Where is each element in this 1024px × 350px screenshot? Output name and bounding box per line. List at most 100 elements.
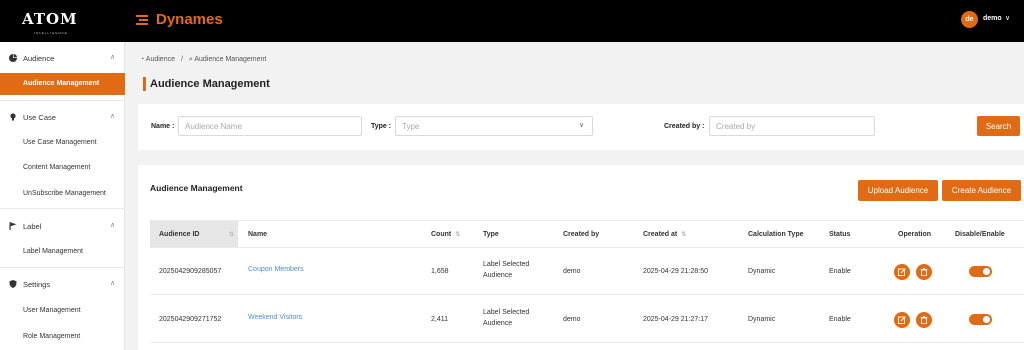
sidebar-item-label: Label Management — [23, 248, 83, 255]
created-by-label: Created by : — [664, 123, 705, 130]
delete-icon[interactable] — [916, 312, 932, 328]
page-title: Audience Management — [150, 78, 270, 90]
upload-audience-button[interactable]: Upload Audience — [858, 180, 938, 201]
app-title: Dynames — [156, 11, 223, 28]
cell-audience-id: 2025042909271752 — [159, 316, 222, 323]
breadcrumb-current: Audience Management — [194, 56, 267, 63]
cell-created-at: 2025-04-29 21:27:17 — [643, 316, 708, 323]
sidebar-group-label: Use Case — [23, 113, 56, 122]
enable-toggle[interactable] — [969, 266, 992, 277]
flag-icon — [9, 222, 17, 230]
sidebar: Audience ∧ Audience Management Use Case … — [0, 42, 125, 350]
cell-name-link[interactable]: Weekend Visitors — [248, 314, 302, 321]
sidebar-group-settings[interactable]: Settings ∧ — [0, 271, 125, 297]
card-title: Audience Management — [150, 183, 243, 193]
name-input[interactable] — [178, 116, 362, 136]
sidebar-item-label: UnSubscribe Management — [23, 190, 106, 197]
cell-type-line2: Audience — [483, 272, 513, 279]
sidebar-group-label: Label — [23, 222, 42, 231]
edit-icon[interactable] — [894, 264, 910, 280]
sidebar-item-user-management[interactable]: User Management — [0, 300, 125, 322]
column-header-status: Status — [829, 231, 851, 238]
title-accent-bar — [143, 77, 146, 91]
created-by-input[interactable] — [709, 116, 875, 136]
sidebar-item-content-management[interactable]: Content Management — [0, 157, 125, 179]
sidebar-item-use-case-management[interactable]: Use Case Management — [0, 132, 125, 154]
sidebar-item-label: Use Case Management — [23, 139, 97, 146]
column-header-created-by: Created by — [563, 231, 600, 238]
table-row: 2025042909285057 Coupon Members 1,658 La… — [150, 248, 1024, 295]
user-search-icon: ⌕ — [188, 56, 193, 63]
sidebar-item-audience-management[interactable]: Audience Management — [0, 73, 125, 95]
sidebar-divider — [0, 208, 125, 209]
table-row: 2025042909271752 Weekend Visitors 2,411 … — [150, 296, 1024, 343]
sidebar-item-label: Role Management — [23, 333, 81, 340]
sidebar-divider — [0, 100, 125, 101]
cell-created-at: 2025-04-29 21:28:50 — [643, 268, 708, 275]
cell-type-line1: Label Selected — [483, 309, 530, 316]
breadcrumb: ◔ Audience / ⌕ Audience Management — [140, 56, 266, 64]
bulb-icon — [9, 113, 17, 121]
cell-calculation-type: Dynamic — [748, 268, 776, 275]
sort-icon[interactable]: ⇅ — [229, 231, 234, 238]
create-audience-button[interactable]: Create Audience — [942, 180, 1021, 201]
cell-type-line1: Label Selected — [483, 261, 530, 268]
chevron-up-icon: ∧ — [110, 222, 116, 229]
cell-count: 2,411 — [431, 316, 448, 323]
sort-icon[interactable]: ⇅ — [681, 232, 686, 238]
sidebar-group-use-case[interactable]: Use Case ∧ — [0, 104, 125, 130]
filter-panel: Name : Type : ∨ Created by : Search — [138, 104, 1024, 150]
column-header-count[interactable]: Count ⇅ — [431, 231, 460, 238]
name-label: Name : — [151, 123, 175, 130]
top-bar: ATOM INTELLIGENCE Dynames de demo ∨ — [0, 0, 1024, 42]
sort-icon[interactable]: ⇅ — [455, 232, 460, 238]
menu-toggle-icon[interactable] — [136, 14, 148, 26]
type-select[interactable] — [395, 116, 593, 136]
logo-subtitle: INTELLIGENCE — [34, 31, 68, 35]
breadcrumb-separator: / — [180, 56, 183, 63]
user-name[interactable]: demo — [983, 15, 1002, 22]
sidebar-item-label: Audience Management — [23, 80, 100, 87]
sidebar-item-label: Content Management — [23, 164, 91, 171]
avatar[interactable]: de — [961, 11, 978, 28]
cell-created-by: demo — [563, 268, 581, 275]
edit-icon[interactable] — [894, 312, 910, 328]
audience-table-card: Audience Management Upload Audience Crea… — [138, 165, 1024, 350]
type-label: Type : — [371, 123, 392, 130]
pie-chart-icon: ◔ — [140, 56, 145, 63]
logo[interactable]: ATOM INTELLIGENCE — [22, 4, 77, 38]
chevron-up-icon: ∧ — [110, 280, 116, 287]
sidebar-item-unsubscribe-management[interactable]: UnSubscribe Management — [0, 183, 125, 205]
sidebar-group-label: Settings — [23, 280, 51, 289]
breadcrumb-root[interactable]: Audience — [146, 56, 175, 63]
search-button[interactable]: Search — [977, 116, 1020, 136]
shield-icon — [9, 280, 17, 288]
cell-audience-id: 2025042909285057 — [159, 268, 222, 275]
cell-count: 1,658 — [431, 268, 449, 275]
column-header-disable-enable: Disable/Enable — [955, 231, 1005, 238]
delete-icon[interactable] — [916, 264, 932, 280]
column-header-type: Type — [483, 231, 499, 238]
cell-calculation-type: Dynamic — [748, 316, 776, 323]
column-header-operation: Operation — [898, 231, 932, 238]
sidebar-divider — [0, 267, 125, 268]
chevron-down-icon: ∨ — [579, 122, 585, 129]
table-header: Audience ID ⇅ Name Count ⇅ Type Created b… — [150, 220, 1024, 248]
sidebar-item-label-management[interactable]: Label Management — [0, 241, 125, 263]
chevron-down-icon[interactable]: ∨ — [1005, 14, 1010, 22]
sidebar-group-label[interactable]: Label ∧ — [0, 213, 125, 239]
sidebar-group-label: Audience — [23, 54, 55, 63]
sidebar-item-role-management[interactable]: Role Management — [0, 326, 125, 348]
column-header-created-at[interactable]: Created at ⇅ — [643, 231, 686, 238]
column-header-name: Name — [248, 231, 268, 238]
column-header-audience-id[interactable]: Audience ID ⇅ — [150, 221, 238, 247]
enable-toggle[interactable] — [969, 314, 992, 325]
sidebar-group-audience[interactable]: Audience ∧ — [0, 45, 125, 71]
cell-name-link[interactable]: Coupon Members — [248, 266, 304, 273]
toggle-knob — [983, 268, 990, 275]
toggle-knob — [983, 316, 990, 323]
cell-status: Enable — [829, 316, 851, 323]
logo-text: ATOM — [22, 10, 78, 28]
cell-type-line2: Audience — [483, 320, 513, 327]
chevron-up-icon: ∧ — [110, 113, 116, 120]
